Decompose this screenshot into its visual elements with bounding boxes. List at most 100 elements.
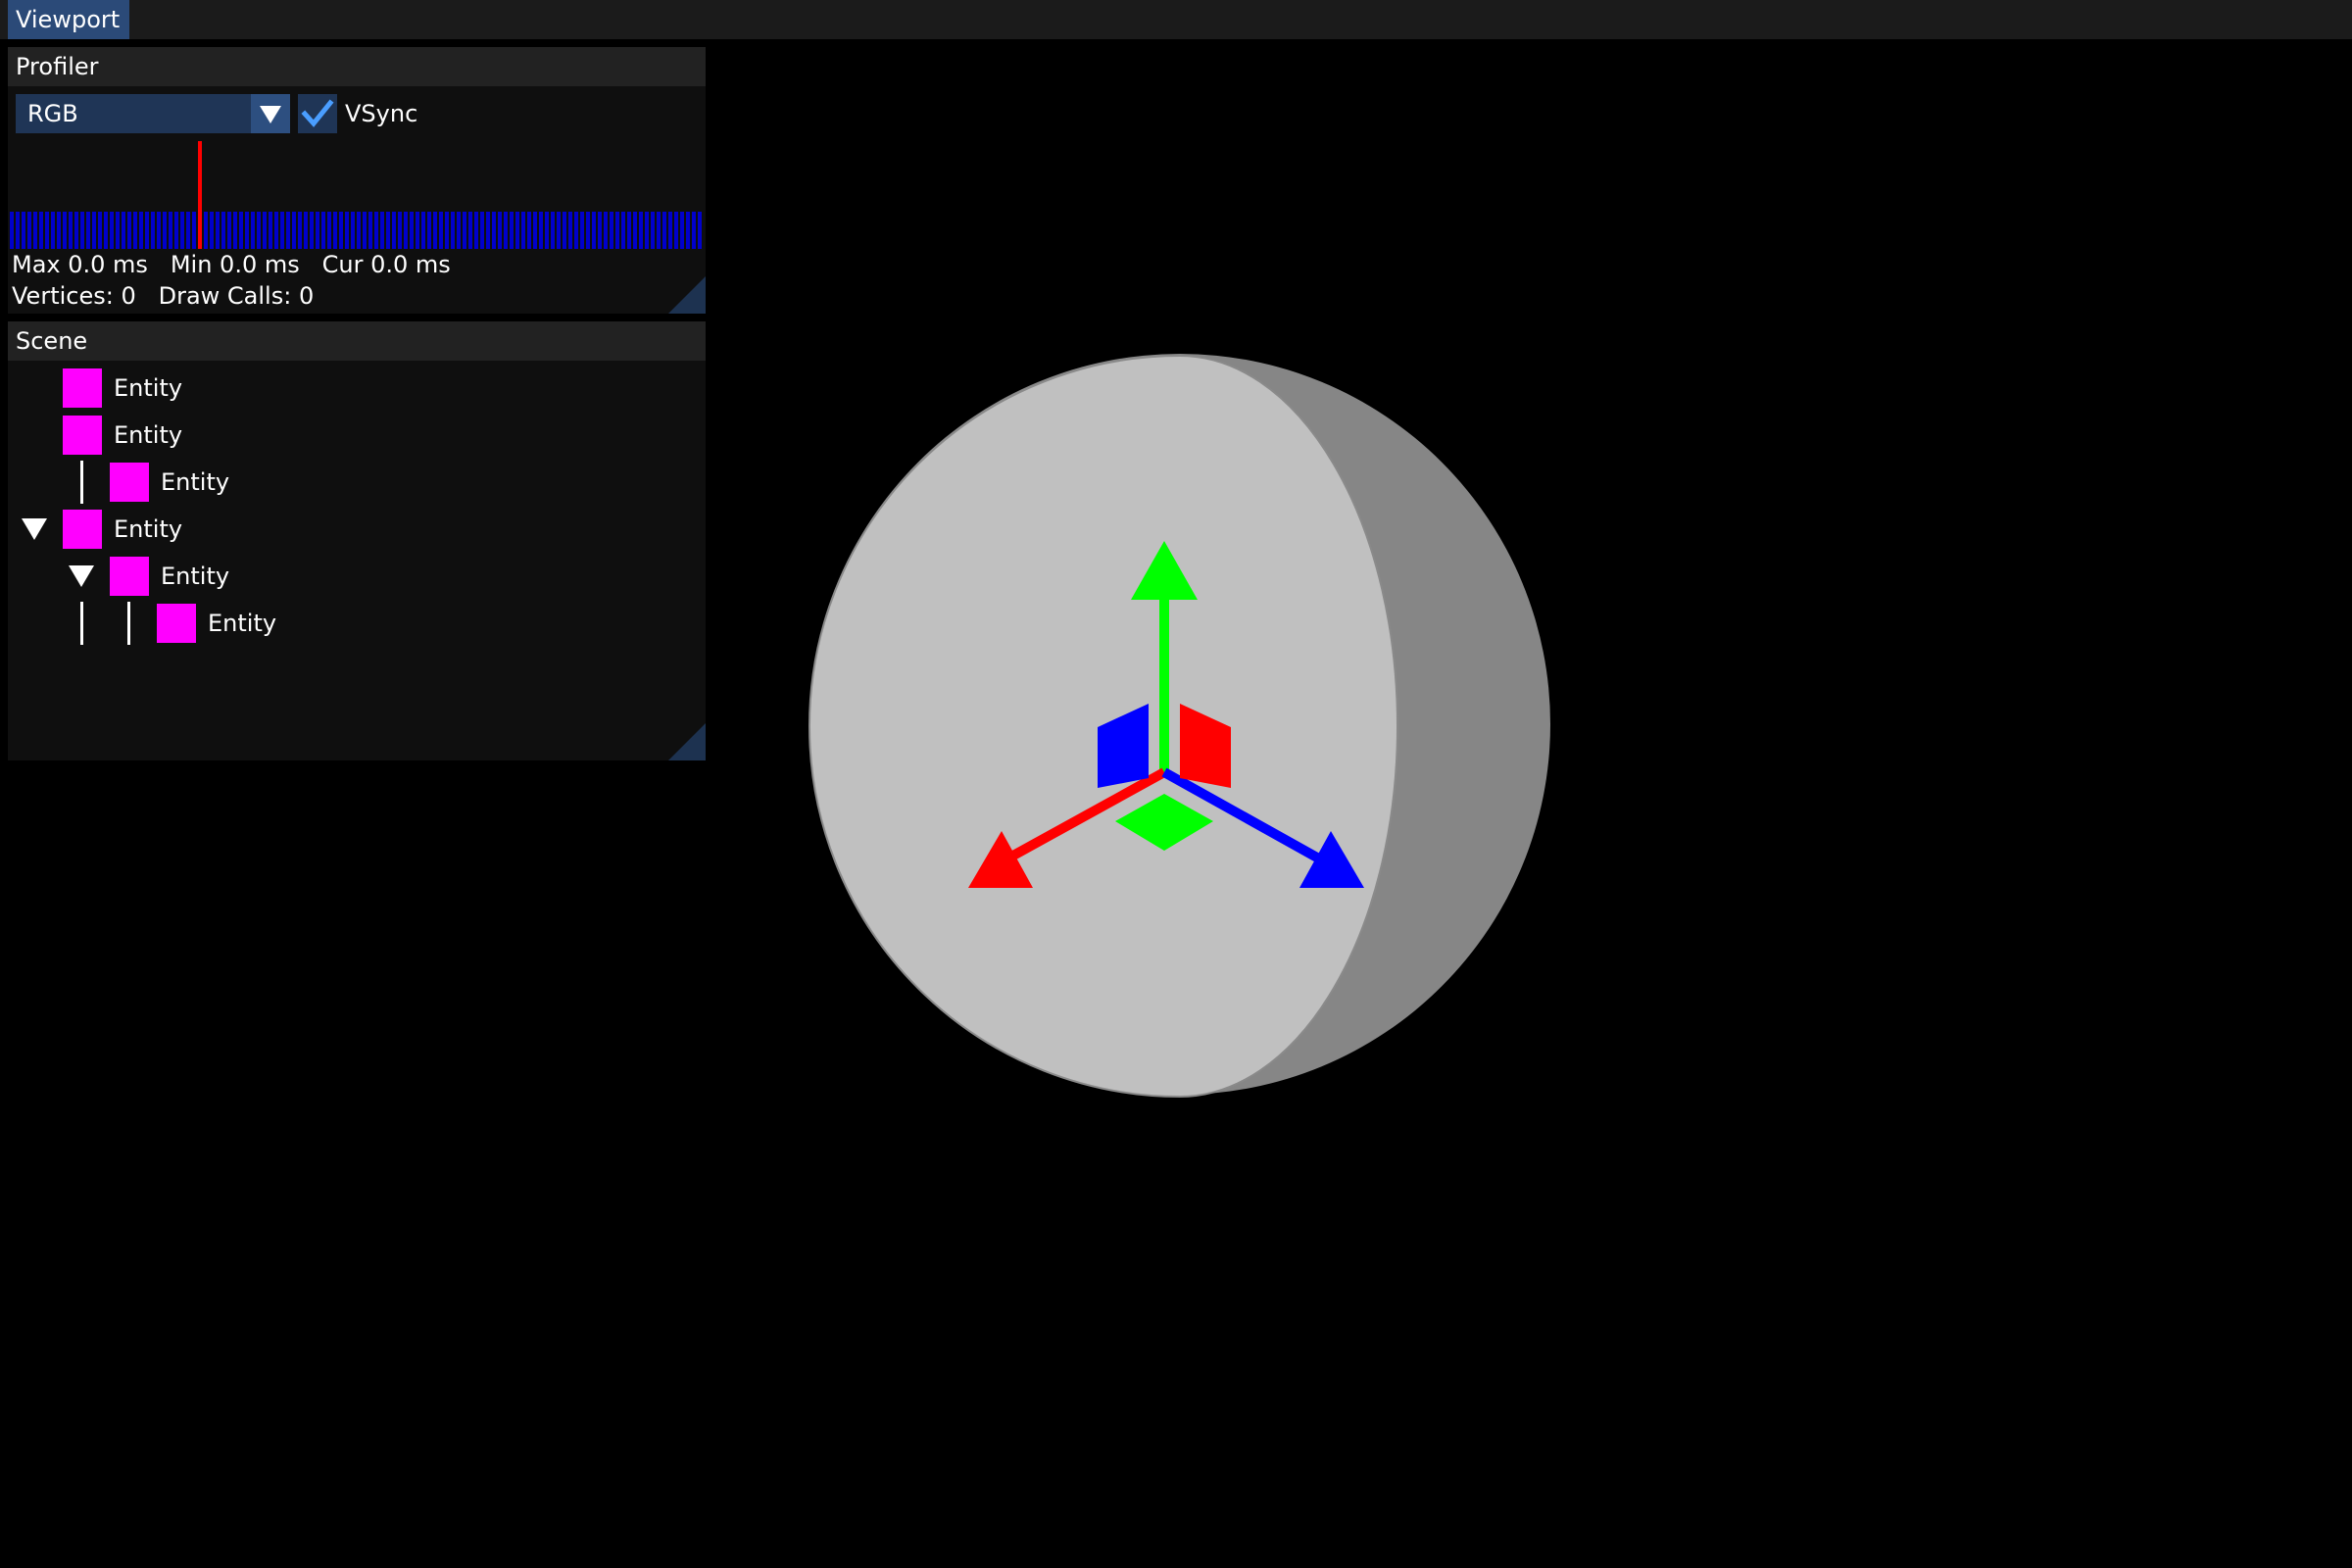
entity-label: Entity	[161, 563, 230, 590]
frame-bar	[633, 212, 637, 249]
frame-bar	[57, 212, 61, 249]
frame-bar	[380, 212, 384, 249]
expand-arrow-icon[interactable]	[69, 565, 94, 587]
frame-bar	[404, 212, 408, 249]
frame-bar	[333, 212, 337, 249]
frame-bar	[416, 212, 419, 249]
frame-bar	[421, 212, 425, 249]
frame-bar	[651, 212, 655, 249]
frame-bar	[615, 212, 619, 249]
tree-item[interactable]: Entity	[8, 602, 706, 645]
frame-bar	[474, 212, 478, 249]
frame-bar	[639, 212, 643, 249]
frame-bar	[392, 212, 396, 249]
tree-item[interactable]: Entity	[8, 461, 706, 504]
frame-bar	[269, 212, 272, 249]
frame-bar	[257, 212, 261, 249]
frame-bar	[357, 212, 361, 249]
frame-bar	[527, 212, 531, 249]
vsync-label: VSync	[345, 100, 418, 127]
frame-bar	[139, 212, 143, 249]
frame-bar	[498, 212, 502, 249]
tree-item[interactable]: Entity	[8, 368, 706, 408]
profiler-title[interactable]: Profiler	[8, 47, 706, 86]
frame-bar	[545, 212, 549, 249]
frame-bar	[668, 212, 672, 249]
frame-bar	[233, 212, 237, 249]
entity-label: Entity	[114, 421, 183, 449]
frame-bar	[310, 212, 314, 249]
frame-bar	[657, 212, 661, 249]
frame-bar	[145, 212, 149, 249]
frame-bar	[674, 212, 678, 249]
dropdown-button[interactable]	[251, 94, 290, 133]
frame-bar	[586, 212, 590, 249]
frame-bar	[239, 212, 243, 249]
frame-bar	[592, 212, 596, 249]
tree-item[interactable]: Entity	[8, 557, 706, 596]
frame-bar	[22, 212, 25, 249]
vsync-checkbox[interactable]	[298, 94, 337, 133]
frame-bar	[662, 212, 666, 249]
entity-icon	[157, 604, 196, 643]
frame-bar	[163, 212, 167, 249]
entity-icon	[63, 416, 102, 455]
vertex-count: Vertices: 0	[12, 282, 136, 310]
frame-bar	[45, 212, 49, 249]
frame-bar	[439, 212, 443, 249]
frame-bar	[63, 212, 67, 249]
frame-time-graph	[10, 141, 702, 249]
frame-bar	[521, 212, 525, 249]
frame-bar	[69, 212, 73, 249]
frame-bar	[321, 212, 325, 249]
entity-icon	[110, 557, 149, 596]
frame-bar	[386, 212, 390, 249]
frame-bar	[51, 212, 55, 249]
scene-title[interactable]: Scene	[8, 321, 706, 361]
tree-item[interactable]: Entity	[8, 416, 706, 455]
tree-item[interactable]: Entity	[8, 510, 706, 549]
frame-bar	[692, 212, 696, 249]
frame-bar	[133, 212, 137, 249]
frame-bar	[274, 212, 278, 249]
expand-arrow-icon[interactable]	[22, 518, 47, 540]
tree-guide-line	[80, 602, 83, 645]
frame-bar	[492, 212, 496, 249]
frame-bar	[151, 212, 155, 249]
frame-bar	[86, 212, 90, 249]
3d-viewport[interactable]	[784, 353, 1568, 1156]
frame-bar	[104, 212, 108, 249]
frame-bar	[316, 212, 319, 249]
resize-grip[interactable]	[668, 723, 706, 760]
entity-icon	[63, 510, 102, 549]
frame-bar	[410, 212, 414, 249]
viewport-menu-tab[interactable]: Viewport	[8, 0, 129, 39]
frame-bar	[110, 212, 114, 249]
frame-bar	[245, 212, 249, 249]
frame-bar	[298, 212, 302, 249]
frame-bar	[304, 212, 308, 249]
frame-bar	[80, 212, 84, 249]
frame-spike-bar	[198, 141, 202, 249]
entity-icon	[110, 463, 149, 502]
frame-bar	[74, 212, 78, 249]
frame-bar	[539, 212, 543, 249]
frame-bar	[263, 212, 267, 249]
frame-bar	[504, 212, 508, 249]
frame-bar	[251, 212, 255, 249]
frame-bar	[292, 212, 296, 249]
profiler-panel: Profiler RGB VSync Max 0.0 ms Min 0.0 ms…	[8, 47, 706, 314]
frame-bar	[345, 212, 349, 249]
frame-bar	[551, 212, 555, 249]
frame-bar	[186, 212, 190, 249]
frame-bar	[169, 212, 172, 249]
frame-bar	[515, 212, 519, 249]
frame-bar	[39, 212, 43, 249]
max-time: Max 0.0 ms	[12, 251, 148, 278]
frame-bar	[122, 212, 125, 249]
color-mode-select[interactable]: RGB	[16, 94, 290, 133]
entity-label: Entity	[114, 374, 183, 402]
entity-label: Entity	[161, 468, 230, 496]
resize-grip[interactable]	[668, 276, 706, 314]
frame-bar	[280, 212, 284, 249]
